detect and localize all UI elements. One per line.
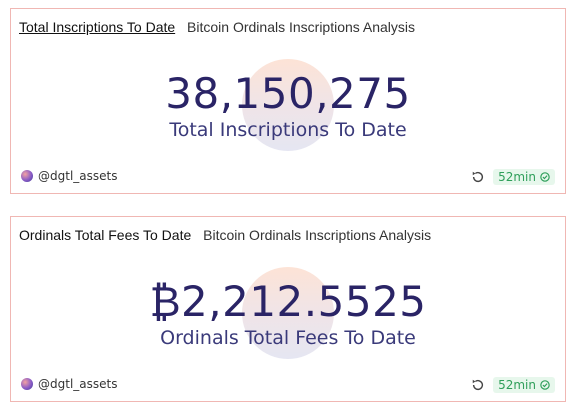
metric-card-total-inscriptions: Total Inscriptions To Date Bitcoin Ordin… bbox=[10, 8, 566, 194]
metric-label: Total Inscriptions To Date bbox=[169, 119, 407, 141]
card-status: 52min bbox=[471, 377, 555, 393]
refresh-badge: 52min bbox=[493, 169, 555, 185]
metric-value: ₿2,212.5525 bbox=[149, 277, 427, 326]
author[interactable]: @dgtl_assets bbox=[21, 377, 117, 391]
metric-value: 38,150,275 bbox=[165, 69, 411, 118]
badge-label: 52min bbox=[498, 378, 536, 392]
check-circle-icon bbox=[540, 172, 550, 182]
author-name[interactable]: @dgtl_assets bbox=[38, 169, 117, 183]
author[interactable]: @dgtl_assets bbox=[21, 169, 117, 183]
refresh-icon[interactable] bbox=[471, 378, 485, 392]
card-subtitle: Bitcoin Ordinals Inscriptions Analysis bbox=[203, 227, 432, 243]
check-circle-icon bbox=[540, 380, 550, 390]
refresh-icon[interactable] bbox=[471, 170, 485, 184]
card-title-link[interactable]: Total Inscriptions To Date bbox=[19, 19, 175, 35]
badge-label: 52min bbox=[498, 170, 536, 184]
refresh-badge: 52min bbox=[493, 377, 555, 393]
card-subtitle: Bitcoin Ordinals Inscriptions Analysis bbox=[187, 19, 416, 35]
card-header: Total Inscriptions To Date Bitcoin Ordin… bbox=[19, 19, 415, 35]
card-header: Ordinals Total Fees To Date Bitcoin Ordi… bbox=[19, 227, 431, 243]
author-name[interactable]: @dgtl_assets bbox=[38, 377, 117, 391]
metric-area: 38,150,275 Total Inscriptions To Date bbox=[11, 49, 565, 151]
card-title-link[interactable]: Ordinals Total Fees To Date bbox=[19, 227, 191, 243]
metric-label: Ordinals Total Fees To Date bbox=[160, 327, 416, 349]
metric-area: ₿2,212.5525 Ordinals Total Fees To Date bbox=[11, 257, 565, 359]
avatar bbox=[21, 378, 33, 390]
avatar bbox=[21, 170, 33, 182]
card-status: 52min bbox=[471, 169, 555, 185]
metric-card-total-fees: Ordinals Total Fees To Date Bitcoin Ordi… bbox=[10, 216, 566, 402]
